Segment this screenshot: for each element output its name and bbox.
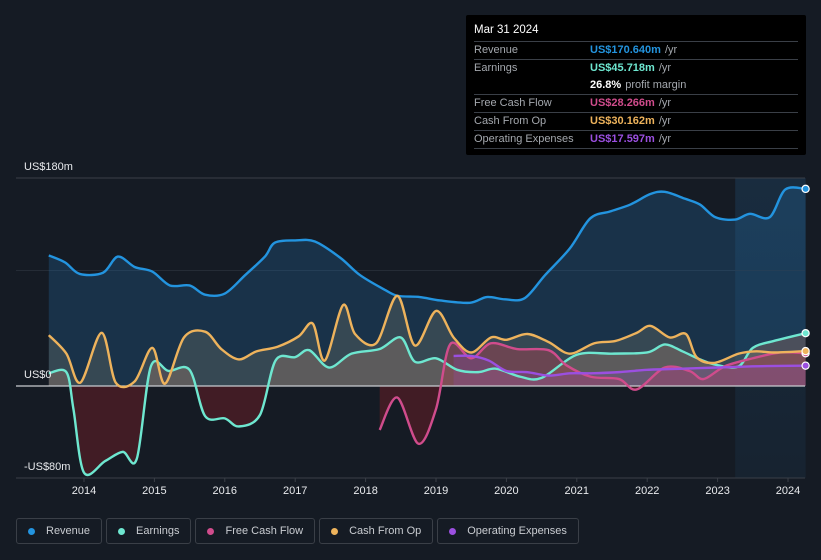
legend-item-cash-from-op[interactable]: Cash From Op [319, 518, 434, 544]
endpoint-cash-from-op[interactable] [801, 346, 810, 356]
endpoint-operating-expenses[interactable] [801, 361, 810, 370]
x-tick-label: 2014 [72, 485, 96, 497]
tooltip-label: Free Cash Flow [474, 97, 552, 109]
chart-legend: Revenue Earnings Free Cash Flow Cash Fro… [16, 518, 579, 544]
tooltip-unit: /yr [664, 44, 678, 56]
legend-dot-icon [449, 527, 457, 535]
legend-label: Free Cash Flow [225, 525, 304, 537]
x-tick-label: 2024 [776, 485, 800, 497]
tooltip-value: US$170.640m [590, 44, 661, 56]
tooltip-row-cash-from-op: Cash From Op US$30.162m /yr [474, 113, 798, 131]
tooltip-label [474, 77, 590, 94]
tooltip-row-earnings: Earnings US$45.718m /yr [474, 60, 798, 77]
tooltip-panel: Mar 31 2024 Revenue US$170.640m /yr Earn… [466, 15, 806, 155]
tooltip-value: 26.8% [590, 79, 622, 91]
legend-item-revenue[interactable]: Revenue [16, 518, 103, 544]
legend-label: Operating Expenses [467, 525, 567, 537]
tooltip-value: US$17.597m [590, 133, 655, 145]
tooltip-date: Mar 31 2024 [474, 22, 798, 42]
tooltip-label: Operating Expenses [474, 133, 574, 145]
tooltip-unit: /yr [658, 97, 672, 109]
x-tick-label: 2022 [635, 485, 659, 497]
endpoint-earnings[interactable] [801, 328, 810, 338]
legend-item-free-cash-flow[interactable]: Free Cash Flow [195, 518, 316, 544]
legend-dot-icon [28, 527, 35, 535]
x-tick-label: 2023 [705, 485, 729, 497]
x-tick-label: 2021 [565, 485, 589, 497]
tooltip-row-profit-margin: 26.8% profit margin [474, 77, 798, 95]
tooltip-label: Cash From Op [474, 115, 547, 127]
legend-dot-icon [118, 527, 126, 535]
tooltip-unit: /yr [658, 133, 672, 145]
tooltip-unit: /yr [658, 62, 672, 74]
y-tick-label-top: US$180m [24, 161, 73, 173]
x-tick-label: 2018 [353, 485, 377, 497]
tooltip-value: US$45.718m [590, 62, 655, 74]
x-tick-label: 2016 [213, 485, 237, 497]
tooltip-row-revenue: Revenue US$170.640m /yr [474, 42, 798, 60]
tooltip-label: Earnings [474, 62, 518, 74]
tooltip-row-free-cash-flow: Free Cash Flow US$28.266m /yr [474, 95, 798, 113]
x-tick-label: 2019 [424, 485, 448, 497]
x-tick-label: 2015 [142, 485, 166, 497]
legend-dot-icon [207, 527, 215, 535]
legend-item-operating-expenses[interactable]: Operating Expenses [437, 518, 579, 544]
tooltip-value: US$30.162m [590, 115, 655, 127]
legend-label: Earnings [136, 525, 180, 537]
y-tick-label-zero: US$0 [24, 369, 52, 381]
tooltip-label: Revenue [474, 44, 519, 56]
tooltip-unit: profit margin [625, 79, 687, 91]
tooltip-unit: /yr [658, 115, 672, 127]
tooltip-value: US$28.266m [590, 97, 655, 109]
legend-item-earnings[interactable]: Earnings [106, 518, 192, 544]
legend-label: Revenue [46, 525, 91, 537]
x-tick-label: 2020 [494, 485, 518, 497]
x-tick-label: 2017 [283, 485, 307, 497]
legend-label: Cash From Op [349, 525, 422, 537]
legend-dot-icon [331, 527, 339, 535]
endpoint-revenue[interactable] [801, 184, 810, 194]
tooltip-row-operating-expenses: Operating Expenses US$17.597m /yr [474, 131, 798, 149]
y-tick-label-bottom: -US$80m [24, 461, 70, 473]
